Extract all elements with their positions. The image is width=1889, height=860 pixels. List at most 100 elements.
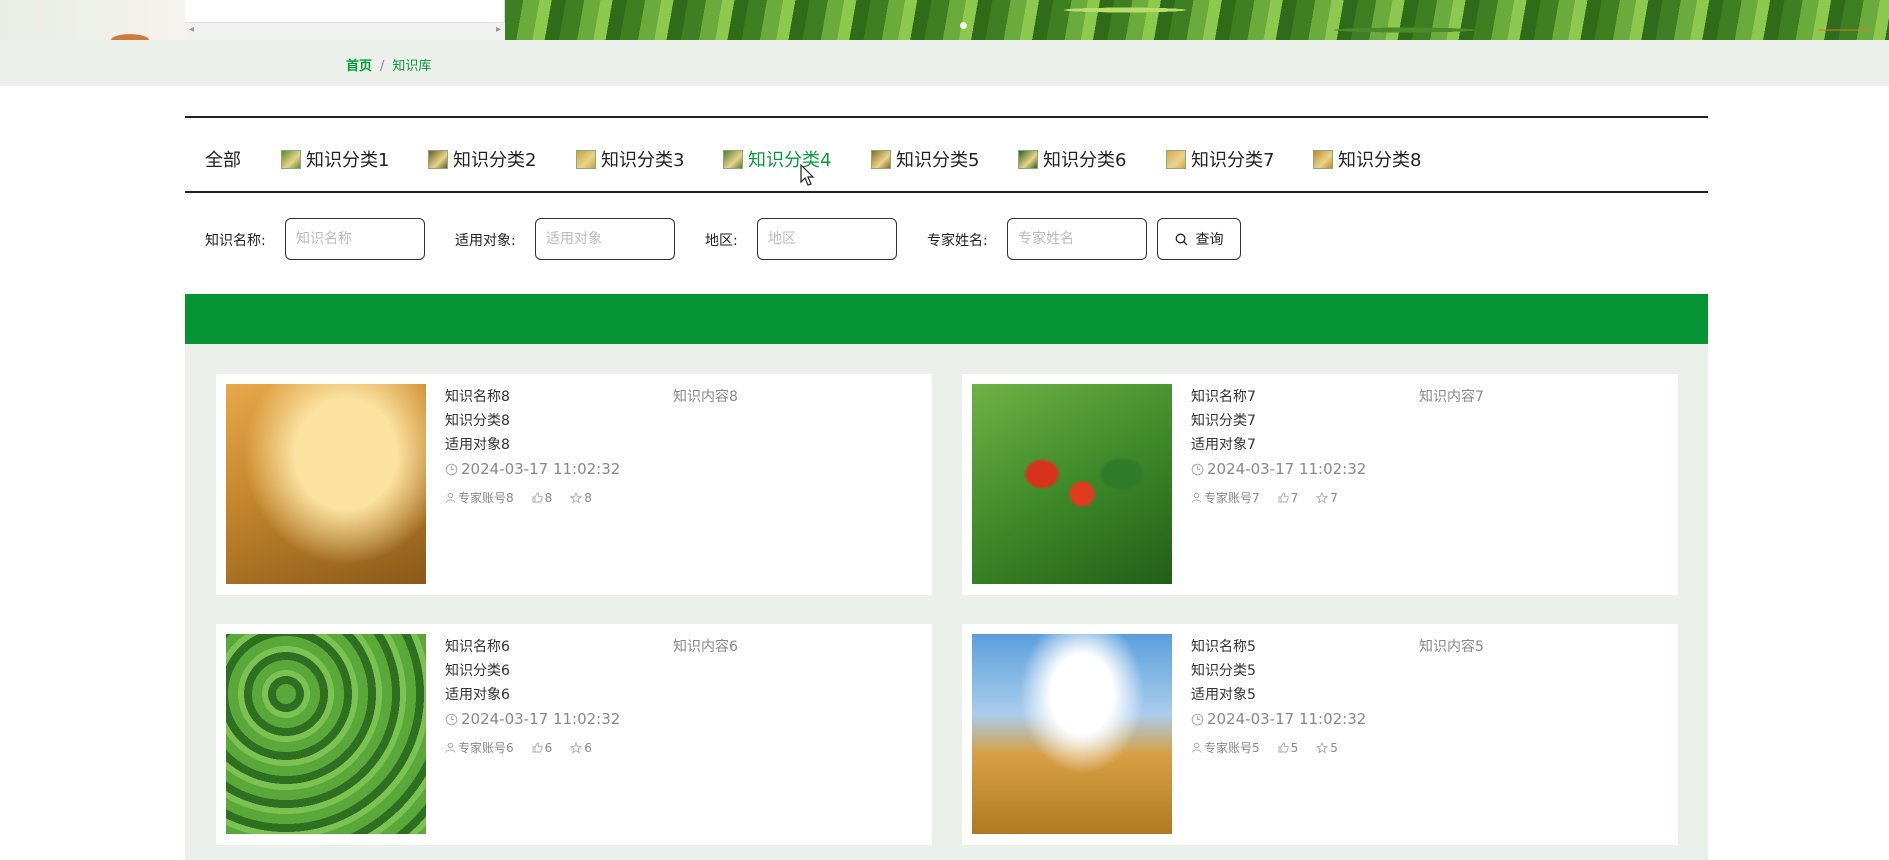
knowledge-card-date: 2024-03-17 11:02:32 <box>1191 710 1366 728</box>
breadcrumb-current: 知识库 <box>392 59 432 74</box>
knowledge-card-name[interactable]: 知识名称7 <box>1191 386 1256 406</box>
knowledge-card-image[interactable] <box>972 634 1172 834</box>
clock-icon <box>1191 713 1204 725</box>
category-tab-label: 知识分类5 <box>896 150 980 171</box>
like-count-text: 6 <box>544 740 553 755</box>
category-tab-label: 知识分类7 <box>1191 150 1275 171</box>
category-thumbnail-icon <box>1166 149 1186 169</box>
knowledge-card-category: 知识分类5 <box>1191 663 1256 679</box>
category-tab-2[interactable]: 知识分类2 <box>428 146 536 172</box>
user-icon <box>1191 492 1202 503</box>
category-tab-label: 全部 <box>205 150 241 171</box>
category-tab-7[interactable]: 知识分类7 <box>1166 146 1274 172</box>
knowledge-card[interactable]: 知识名称6 知识分类6 适用对象6 知识内容6 2024-03-17 11:02… <box>216 624 932 845</box>
knowledge-card[interactable]: 知识名称5 知识分类5 适用对象5 知识内容5 2024-03-17 11:02… <box>962 624 1678 845</box>
like-count[interactable]: 6 <box>532 740 553 755</box>
clock-icon <box>445 463 458 475</box>
category-tab-all[interactable]: 全部 <box>205 146 241 172</box>
search-button[interactable]: 查询 <box>1157 218 1241 260</box>
category-thumbnail-icon <box>1018 149 1038 169</box>
thumbs-up-icon <box>1278 742 1289 753</box>
expert-account: 专家账号8 <box>445 489 514 506</box>
knowledge-card[interactable]: 知识名称7 知识分类7 适用对象7 知识内容7 2024-03-17 11:02… <box>962 374 1678 595</box>
star-icon <box>1316 741 1329 753</box>
like-count-text: 7 <box>1290 490 1299 505</box>
favorite-count[interactable]: 5 <box>1316 741 1338 755</box>
user-icon <box>445 742 456 753</box>
knowledge-card-image[interactable] <box>972 384 1172 584</box>
user-icon <box>1191 742 1202 753</box>
knowledge-card-target: 适用对象6 <box>445 687 510 703</box>
category-tab-label: 知识分类6 <box>1043 150 1127 171</box>
favorite-count[interactable]: 6 <box>570 741 592 755</box>
knowledge-card-content: 知识内容8 <box>673 389 738 405</box>
category-thumbnail-icon <box>281 149 301 169</box>
knowledge-card-date: 2024-03-17 11:02:32 <box>445 710 620 728</box>
breadcrumb-strip: 首页 / 知识库 <box>0 40 1889 86</box>
expert-account: 专家账号7 <box>1191 489 1260 506</box>
category-tab-3[interactable]: 知识分类3 <box>576 146 684 172</box>
category-thumbnail-icon <box>576 149 596 169</box>
category-tab-5[interactable]: 知识分类5 <box>871 146 979 172</box>
knowledge-card-meta: 专家账号7 7 7 <box>1191 489 1356 506</box>
favorite-count-text: 5 <box>1330 740 1338 755</box>
knowledge-card-meta: 专家账号6 6 6 <box>445 739 610 756</box>
clock-icon <box>445 713 458 725</box>
category-tab-8[interactable]: 知识分类8 <box>1313 146 1421 172</box>
region-label: 地区: <box>705 233 738 249</box>
like-count[interactable]: 8 <box>532 491 552 505</box>
scroll-left-arrow-icon[interactable]: ◂ <box>189 24 194 35</box>
favorite-count[interactable]: 7 <box>1316 491 1338 505</box>
knowledge-card-name[interactable]: 知识名称8 <box>445 386 510 406</box>
category-tab-6[interactable]: 知识分类6 <box>1018 146 1126 172</box>
scroll-right-arrow-icon[interactable]: ▸ <box>496 24 501 35</box>
carousel-indicator-dot[interactable] <box>960 22 967 29</box>
region-input[interactable] <box>757 218 897 260</box>
favorite-count-text: 7 <box>1330 490 1338 505</box>
knowledge-card-date: 2024-03-17 11:02:32 <box>445 460 620 478</box>
knowledge-card-name[interactable]: 知识名称6 <box>445 636 510 656</box>
thumbs-up-icon <box>532 492 543 503</box>
knowledge-card-date-text: 2024-03-17 11:02:32 <box>1207 460 1367 478</box>
horizontal-scrollbar[interactable]: ◂ ▸ <box>185 22 505 40</box>
expert-name-label: 专家姓名: <box>927 233 988 249</box>
clock-icon <box>1191 463 1204 475</box>
favorite-count-text: 6 <box>584 740 592 755</box>
expert-name-input[interactable] <box>1007 218 1147 260</box>
knowledge-card-target: 适用对象8 <box>445 437 510 453</box>
breadcrumb-home-link[interactable]: 首页 <box>346 59 372 74</box>
banner-carousel: ◂ ▸ <box>0 0 1889 40</box>
knowledge-card-meta: 专家账号8 8 8 <box>445 489 610 506</box>
target-label: 适用对象: <box>455 233 516 249</box>
category-tab-label: 知识分类3 <box>601 150 685 171</box>
category-tab-label: 知识分类8 <box>1338 150 1422 171</box>
like-count[interactable]: 5 <box>1278 741 1298 755</box>
category-tab-label: 知识分类4 <box>748 150 832 171</box>
search-form: 知识名称: 适用对象: 地区: 专家姓名: 查询 <box>185 218 1285 260</box>
knowledge-card-category: 知识分类6 <box>445 663 510 679</box>
favorite-count[interactable]: 8 <box>570 491 592 505</box>
category-thumbnail-icon <box>723 149 743 169</box>
knowledge-card-image[interactable] <box>226 384 426 584</box>
expert-account-text: 专家账号5 <box>1204 741 1260 755</box>
expert-account-text: 专家账号6 <box>458 741 514 755</box>
category-tab-1[interactable]: 知识分类1 <box>281 146 389 172</box>
knowledge-card[interactable]: 知识名称8 知识分类8 适用对象8 知识内容8 2024-03-17 11:02… <box>216 374 932 595</box>
knowledge-card-content: 知识内容5 <box>1419 639 1484 655</box>
category-thumbnail-icon <box>871 149 891 169</box>
knowledge-card-image[interactable] <box>226 634 426 834</box>
expert-account-text: 专家账号7 <box>1204 491 1260 505</box>
target-input[interactable] <box>535 218 675 260</box>
user-icon <box>445 492 456 503</box>
breadcrumb-separator: / <box>380 59 385 74</box>
knowledge-name-input[interactable] <box>285 218 425 260</box>
star-icon <box>1316 491 1329 503</box>
knowledge-card-name[interactable]: 知识名称5 <box>1191 636 1256 656</box>
thumbs-up-icon <box>532 742 543 753</box>
category-tab-label: 知识分类1 <box>306 150 390 171</box>
banner-image-vegetables <box>505 0 1889 40</box>
like-count[interactable]: 7 <box>1278 490 1299 505</box>
breadcrumb: 首页 / 知识库 <box>346 55 431 74</box>
knowledge-card-category: 知识分类7 <box>1191 413 1256 429</box>
search-icon <box>1175 233 1187 245</box>
